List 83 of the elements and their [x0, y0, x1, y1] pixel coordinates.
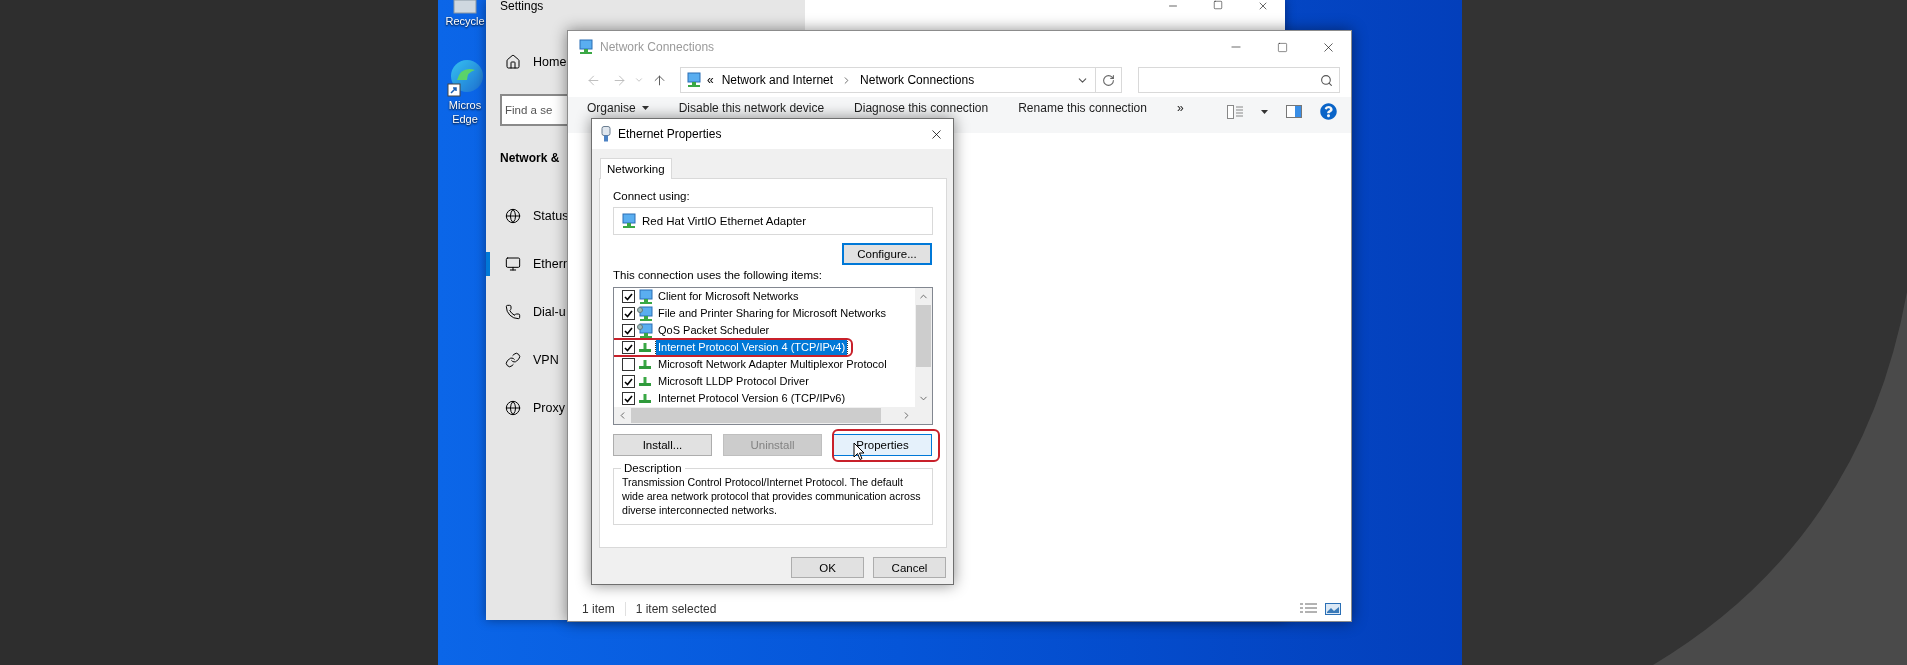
dialog-button[interactable]: Install...: [613, 434, 712, 456]
checkbox[interactable]: [622, 307, 635, 320]
menu-button[interactable]: Organise: [587, 101, 649, 115]
network-folder-icon: [577, 39, 593, 55]
dialog-button[interactable]: Properties: [833, 434, 932, 456]
address-bar[interactable]: « Network and Internet Network Connections: [680, 67, 1096, 93]
details-view-icon[interactable]: [1300, 603, 1317, 615]
nav-item[interactable]: Status: [486, 204, 569, 228]
view-options-icon[interactable]: [1227, 104, 1243, 119]
phone-icon: [505, 304, 521, 320]
status-text: 1 item selected: [635, 602, 718, 616]
list-item-label[interactable]: Internet Protocol Version 6 (TCP/IPv6): [656, 391, 848, 406]
group-label: Description: [623, 462, 683, 474]
plug-icon: [601, 126, 611, 142]
list-item-label[interactable]: Internet Protocol Version 4 (TCP/IPv4): [656, 340, 848, 355]
maximize-icon[interactable]: [1213, 0, 1223, 10]
network-node-icon: [639, 343, 651, 352]
list-item-label[interactable]: Client for Microsoft Networks: [656, 289, 801, 304]
scrollbar-thumb[interactable]: [631, 408, 881, 423]
refresh-button[interactable]: [1096, 67, 1122, 93]
home-icon: [505, 54, 521, 70]
adapter-name: Red Hat VirtIO Ethernet Adapter: [642, 215, 807, 227]
refresh-icon: [1102, 73, 1115, 87]
field-label: This connection uses the following items:: [613, 268, 823, 282]
window-title: Network Connections: [600, 40, 715, 54]
help-icon[interactable]: [1320, 103, 1337, 120]
checkbox[interactable]: [622, 290, 635, 303]
monitor-icon: [620, 213, 636, 229]
nav-item[interactable]: VPN: [486, 348, 559, 372]
caret-icon[interactable]: [1261, 109, 1268, 114]
address-prefix: «: [707, 73, 714, 87]
network-node-icon: [639, 360, 651, 369]
network-node-icon: [639, 394, 651, 403]
network-folder-icon: [685, 72, 701, 88]
checkbox[interactable]: [622, 358, 635, 371]
browser-icon: [447, 58, 483, 98]
globe-icon: [505, 208, 521, 224]
desktop-icon-label[interactable]: Micros Edge: [442, 98, 488, 126]
large-icons-view-icon[interactable]: [1325, 603, 1341, 615]
search-field[interactable]: Find a se: [500, 94, 570, 126]
search-icon: [1320, 73, 1333, 87]
tab[interactable]: Networking: [600, 158, 672, 179]
window-title: Settings: [500, 0, 544, 13]
monitor-gear-icon: [637, 322, 653, 339]
dialog-button[interactable]: Cancel: [873, 557, 946, 578]
toolbar-button[interactable]: Diagnose this connection: [854, 101, 989, 115]
checkbox[interactable]: [622, 392, 635, 405]
toolbar-button[interactable]: Disable this network device: [678, 101, 825, 115]
checkbox[interactable]: [622, 341, 635, 354]
breadcrumb-item[interactable]: Network and Internet: [721, 73, 834, 87]
preview-pane-icon[interactable]: [1286, 105, 1302, 118]
monitor-icon: [637, 288, 653, 305]
breadcrumb-item[interactable]: Network Connections: [860, 73, 975, 87]
monitor-gear-icon: [637, 305, 653, 322]
more-commands-button[interactable]: »: [1176, 101, 1184, 115]
field-label: Connect using:: [613, 189, 690, 203]
scrollbar-thumb[interactable]: [916, 305, 931, 367]
nav-item[interactable]: Proxy: [486, 396, 565, 420]
monitor-icon: [505, 256, 521, 272]
section-title: Network &: [500, 150, 560, 166]
maximize-icon: [1276, 41, 1288, 53]
list-item-label[interactable]: Microsoft Network Adapter Multiplexor Protocol: [656, 357, 889, 372]
nav-item[interactable]: Home: [486, 50, 567, 74]
checkbox[interactable]: [622, 375, 635, 388]
globe-icon: [505, 400, 521, 416]
list-item-label[interactable]: File and Printer Sharing for Microsoft Networks: [656, 306, 889, 321]
description-text: Transmission Control Protocol/Internet Protocol. The default wide area network protocol that provides communication across diverse interconnected networks.: [622, 475, 922, 517]
forward-arrow-icon: [611, 72, 627, 88]
caret-icon: [641, 106, 649, 110]
link-icon: [505, 352, 521, 368]
network-node-icon: [639, 377, 651, 386]
close-icon[interactable]: [1257, 0, 1269, 12]
chevron-icon: [634, 75, 644, 85]
desktop-icon-label[interactable]: Recycle: [442, 14, 488, 28]
checkbox[interactable]: [622, 324, 635, 337]
status-text: 1 item: [582, 602, 626, 616]
nav-item[interactable]: Dial-u: [486, 300, 566, 324]
configure-button[interactable]: Configure...: [842, 243, 932, 265]
toolbar-button[interactable]: Rename this connection: [1018, 101, 1147, 115]
dialog-title: Ethernet Properties: [618, 127, 722, 141]
list-item-label[interactable]: Microsoft LLDP Protocol Driver: [656, 374, 811, 389]
dialog-button[interactable]: OK: [791, 557, 864, 578]
list-item-label[interactable]: QoS Packet Scheduler: [656, 323, 772, 338]
